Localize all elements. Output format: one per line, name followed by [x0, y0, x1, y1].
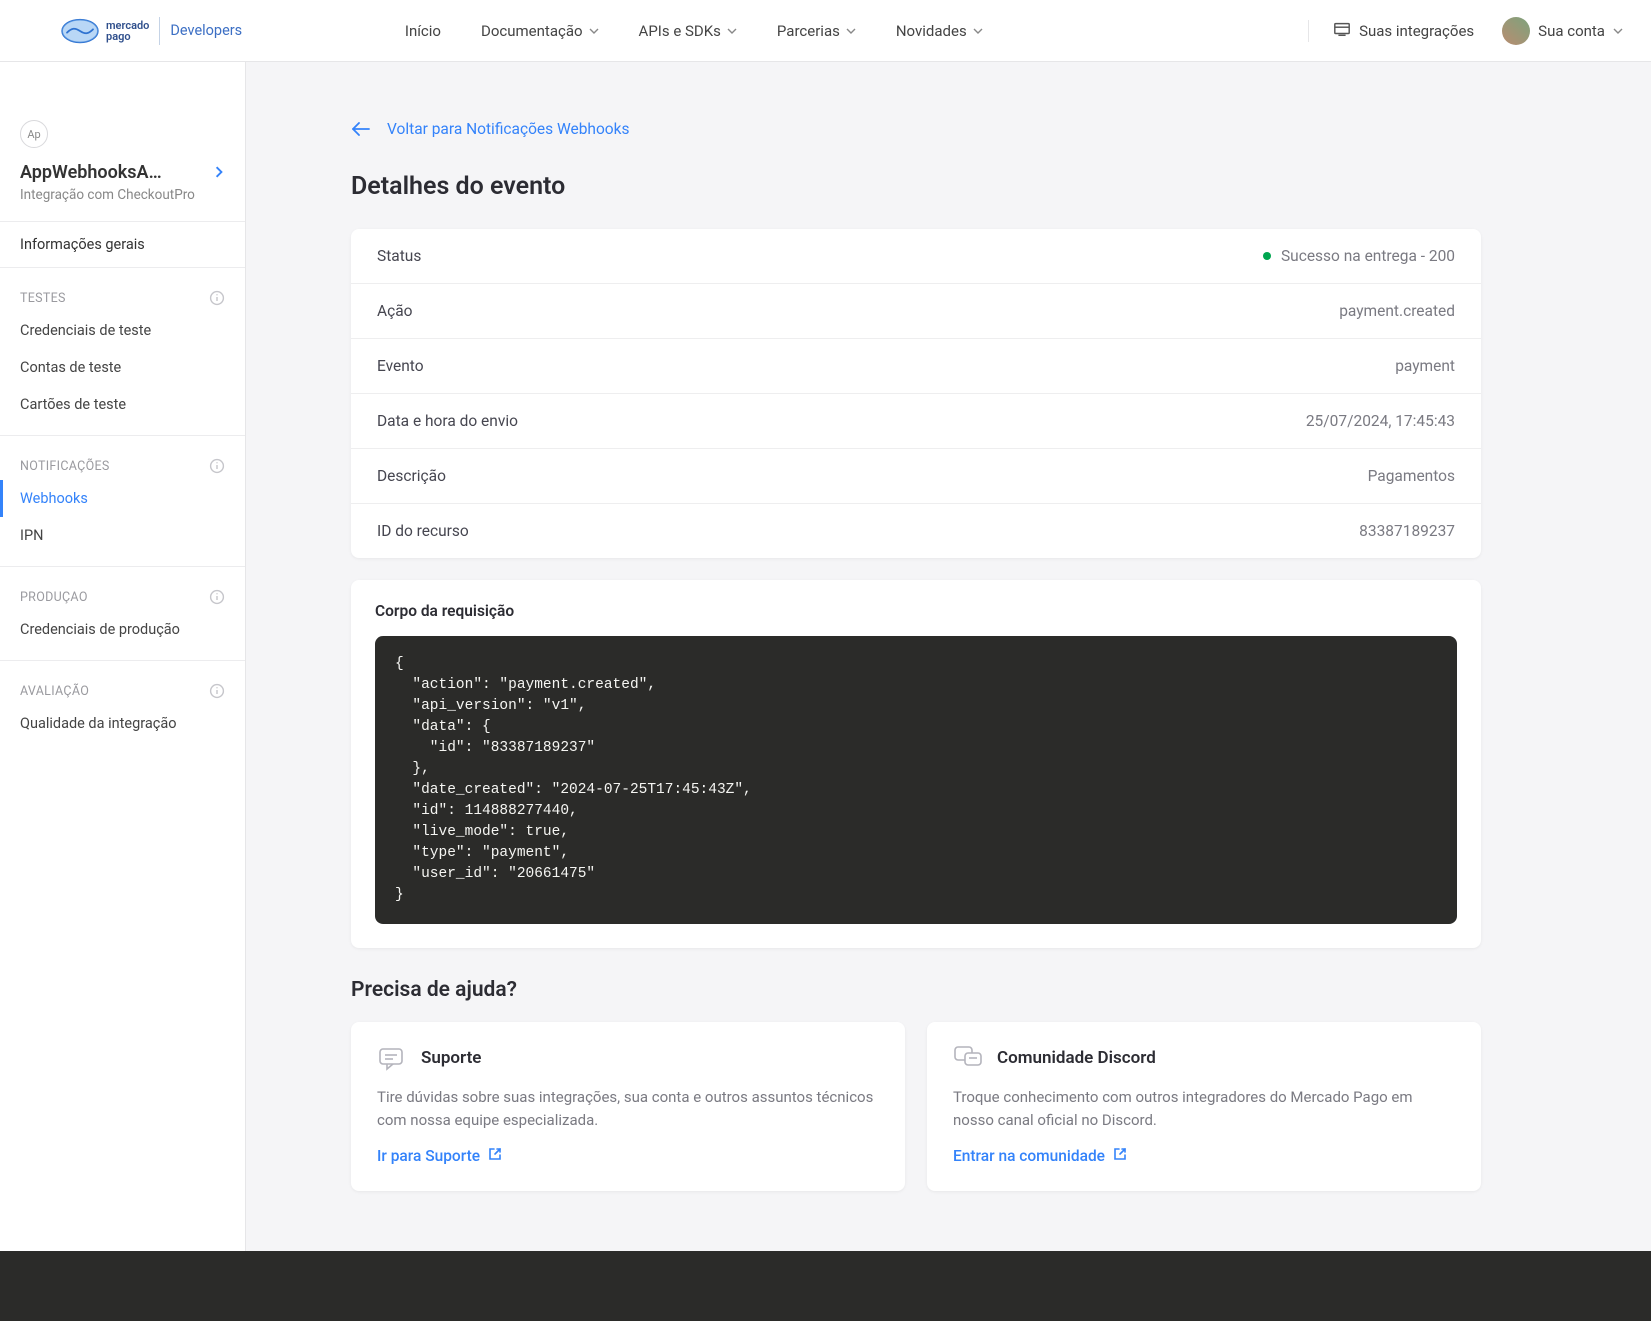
avatar — [1502, 17, 1530, 45]
external-link-icon — [1113, 1147, 1127, 1165]
info-icon[interactable] — [209, 683, 225, 699]
detail-row-action: Ação payment.created — [351, 284, 1481, 339]
status-value: Sucesso na entrega - 200 — [1281, 247, 1455, 265]
sidebar-item-webhooks[interactable]: Webhooks — [0, 480, 245, 517]
detail-row-datetime: Data e hora do envio 25/07/2024, 17:45:4… — [351, 394, 1481, 449]
nav-apis[interactable]: APIs e SDKs — [639, 22, 737, 40]
chat-icon — [377, 1044, 405, 1072]
sidebar-item-ipn[interactable]: IPN — [0, 517, 245, 554]
sidebar-section-evaluation: AVALIAÇÃO — [0, 661, 245, 705]
developers-label: Developers — [170, 22, 242, 39]
app-title[interactable]: AppWebhooksA… — [20, 162, 162, 183]
sidebar-item-general-info[interactable]: Informações gerais — [0, 222, 245, 267]
arrow-left-icon — [351, 122, 371, 136]
sidebar-section-production: PRODUÇAO — [0, 567, 245, 611]
discord-icon — [953, 1044, 981, 1072]
help-discord-desc: Troque conhecimento com outros integrado… — [953, 1086, 1455, 1131]
sidebar-item-integration-quality[interactable]: Qualidade da integração — [0, 705, 245, 742]
sidebar-item-test-credentials[interactable]: Credenciais de teste — [0, 312, 245, 349]
help-card-support: Suporte Tire dúvidas sobre suas integraç… — [351, 1022, 905, 1191]
integrations-icon — [1333, 20, 1351, 42]
logo-divider — [159, 17, 160, 45]
chevron-down-icon — [589, 26, 599, 36]
nav-docs[interactable]: Documentação — [481, 22, 599, 40]
help-title: Precisa de ajuda? — [351, 978, 1481, 1002]
help-discord-title: Comunidade Discord — [997, 1048, 1156, 1068]
request-body-card: Corpo da requisição { "action": "payment… — [351, 580, 1481, 948]
brand-text-top: mercado — [106, 20, 149, 31]
info-icon[interactable] — [209, 589, 225, 605]
help-support-link[interactable]: Ir para Suporte — [377, 1147, 879, 1165]
chevron-down-icon — [973, 26, 983, 36]
nav-news[interactable]: Novidades — [896, 22, 983, 40]
help-support-desc: Tire dúvidas sobre suas integrações, sua… — [377, 1086, 879, 1131]
top-header: mercado pago Developers Início Documenta… — [0, 0, 1651, 62]
request-body-code[interactable]: { "action": "payment.created", "api_vers… — [375, 636, 1457, 924]
main-nav: Início Documentação APIs e SDKs Parceria… — [405, 22, 983, 40]
back-link[interactable]: Voltar para Notificações Webhooks — [351, 120, 1481, 138]
event-details-card: Status Sucesso na entrega - 200 Ação pay… — [351, 229, 1481, 558]
help-discord-link[interactable]: Entrar na comunidade — [953, 1147, 1455, 1165]
detail-row-description: Descrição Pagamentos — [351, 449, 1481, 504]
your-integrations-link[interactable]: Suas integrações — [1308, 20, 1474, 42]
chevron-down-icon — [1613, 26, 1623, 36]
page-title: Detalhes do evento — [351, 172, 1481, 201]
logo-area[interactable]: mercado pago Developers — [60, 17, 242, 45]
info-icon[interactable] — [209, 458, 225, 474]
sidebar-section-notifications: NOTIFICAÇÕES — [0, 436, 245, 480]
detail-row-resource-id: ID do recurso 83387189237 — [351, 504, 1481, 558]
sidebar: Ap AppWebhooksA… Integração com Checkout… — [0, 62, 246, 1251]
footer — [0, 1251, 1651, 1321]
sidebar-item-test-accounts[interactable]: Contas de teste — [0, 349, 245, 386]
mercadopago-logo: mercado pago — [60, 18, 149, 44]
app-subtitle: Integração com CheckoutPro — [0, 187, 245, 221]
info-icon[interactable] — [209, 290, 225, 306]
external-link-icon — [488, 1147, 502, 1165]
main-content: Voltar para Notificações Webhooks Detalh… — [246, 62, 1651, 1251]
chevron-down-icon — [846, 26, 856, 36]
app-badge: Ap — [20, 120, 48, 148]
chevron-right-icon[interactable] — [213, 163, 225, 182]
status-dot-icon — [1263, 252, 1271, 260]
detail-row-event: Evento payment — [351, 339, 1481, 394]
request-body-title: Corpo da requisição — [375, 602, 1457, 620]
nav-home[interactable]: Início — [405, 22, 441, 40]
help-card-discord: Comunidade Discord Troque conhecimento c… — [927, 1022, 1481, 1191]
sidebar-item-test-cards[interactable]: Cartões de teste — [0, 386, 245, 423]
sidebar-section-tests: TESTES — [0, 268, 245, 312]
nav-partners[interactable]: Parcerias — [777, 22, 856, 40]
sidebar-item-prod-credentials[interactable]: Credenciais de produção — [0, 611, 245, 648]
brand-text-bottom: pago — [106, 31, 149, 42]
detail-row-status: Status Sucesso na entrega - 200 — [351, 229, 1481, 284]
account-dropdown[interactable]: Sua conta — [1502, 17, 1623, 45]
help-support-title: Suporte — [421, 1048, 481, 1068]
chevron-down-icon — [727, 26, 737, 36]
